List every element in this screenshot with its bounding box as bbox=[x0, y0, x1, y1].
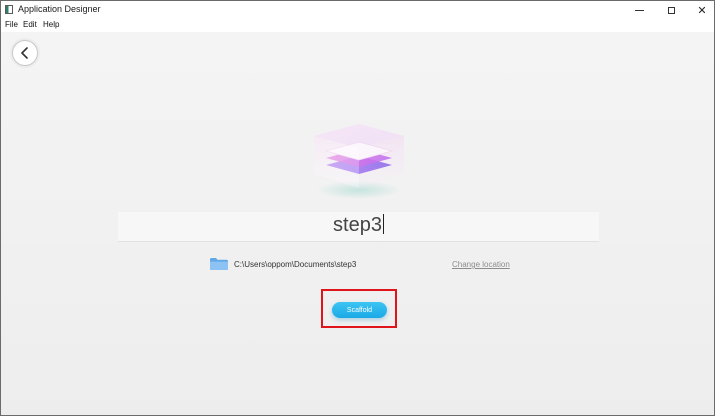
menu-file[interactable]: File bbox=[5, 20, 18, 29]
menu-edit[interactable]: Edit bbox=[23, 20, 37, 29]
folder-icon bbox=[210, 258, 228, 270]
project-name-input[interactable]: step3 bbox=[118, 212, 599, 242]
maximize-button[interactable] bbox=[655, 1, 687, 19]
stacked-layers-logo bbox=[314, 124, 404, 199]
minimize-button[interactable] bbox=[623, 1, 655, 19]
maximize-icon bbox=[667, 6, 675, 14]
project-name-text: step3 bbox=[333, 214, 382, 236]
scaffold-button[interactable]: Scaffold bbox=[332, 302, 387, 318]
back-button[interactable] bbox=[12, 40, 38, 66]
change-location-link[interactable]: Change location bbox=[452, 260, 510, 269]
window-title: Application Designer bbox=[18, 4, 101, 14]
text-caret bbox=[382, 214, 384, 234]
project-name-field[interactable]: step3 bbox=[118, 214, 599, 237]
chevron-left-icon bbox=[21, 47, 28, 59]
close-icon: ✕ bbox=[697, 4, 707, 17]
project-path: C:\Users\oppom\Documents\step3 bbox=[234, 260, 357, 269]
main-content: step3 C:\Users\oppom\Documents\step3 Cha… bbox=[1, 32, 714, 415]
close-button[interactable]: ✕ bbox=[686, 1, 714, 19]
title-bar: Application Designer ✕ bbox=[1, 1, 714, 19]
menu-bar: File Edit Help bbox=[1, 19, 714, 31]
menu-help[interactable]: Help bbox=[43, 20, 59, 29]
minimize-icon bbox=[634, 9, 644, 11]
app-icon bbox=[5, 5, 13, 14]
app-window: Application Designer ✕ File Edit Help st… bbox=[0, 0, 715, 416]
